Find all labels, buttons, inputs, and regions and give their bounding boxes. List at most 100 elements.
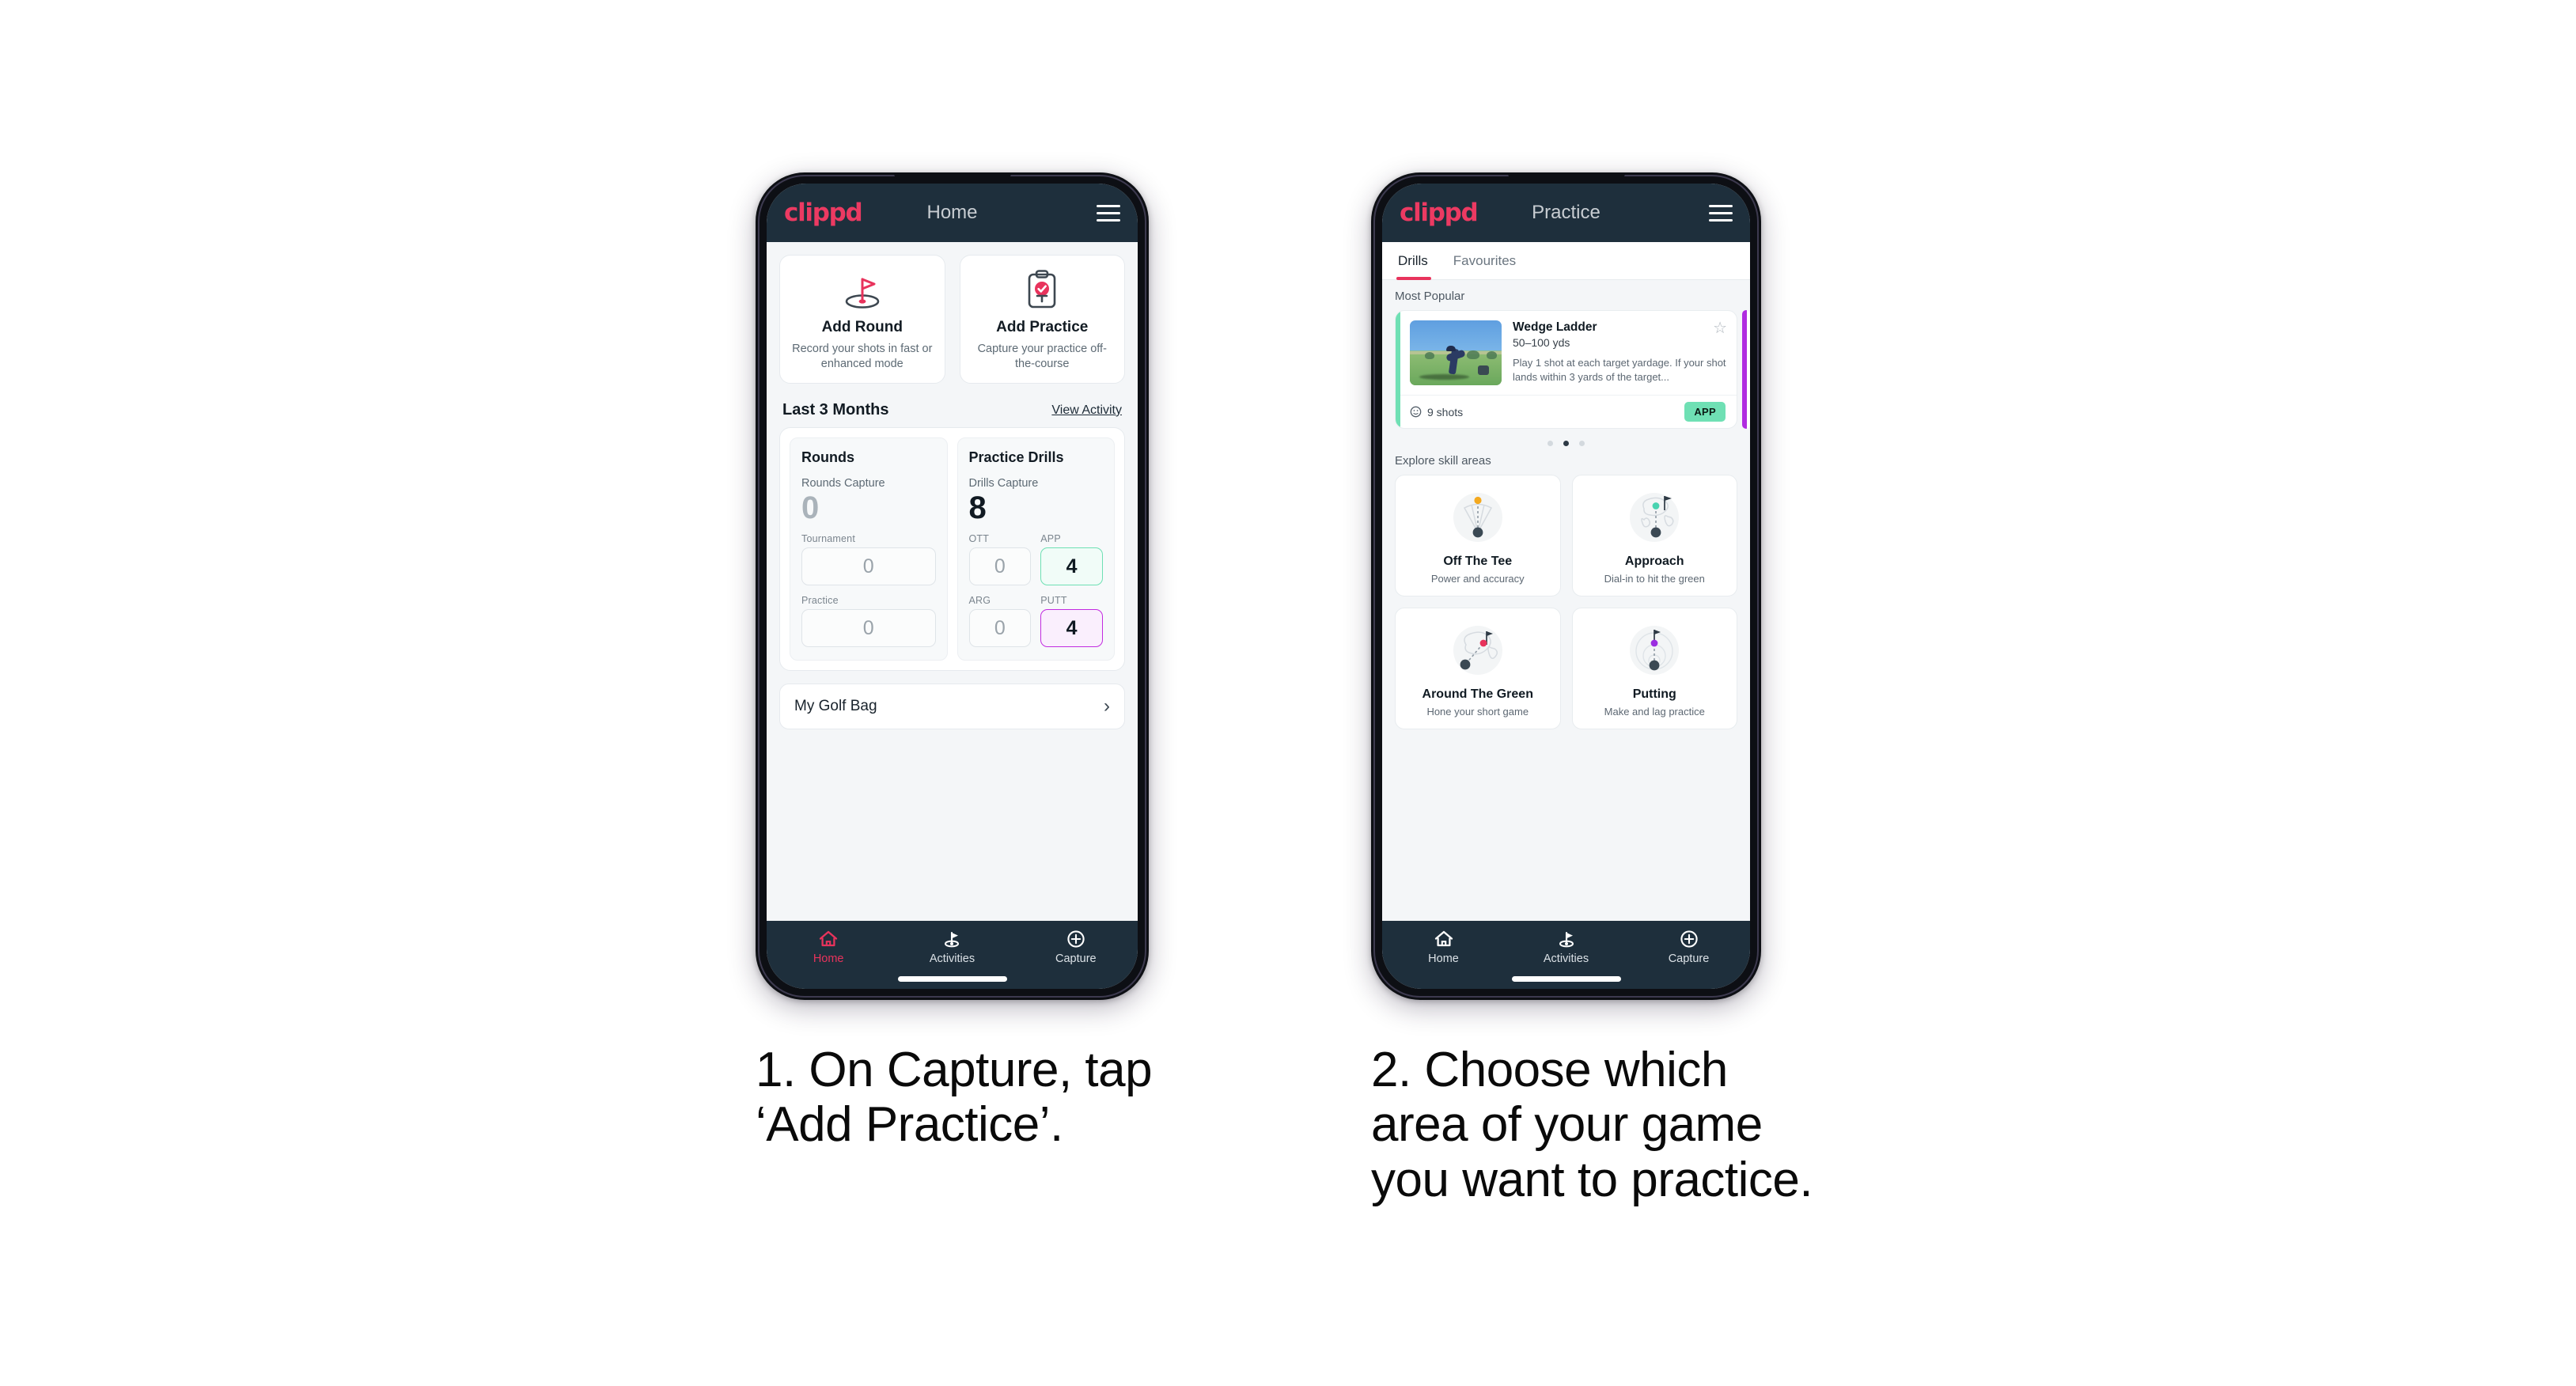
phone-screen-2: clippd Practice Drills Favourites Most P… (1382, 184, 1750, 989)
putting-icon (1579, 619, 1731, 681)
practice-tabs: Drills Favourites (1382, 242, 1750, 280)
phone-screen-1: clippd Home Add Round Record your shots … (767, 184, 1138, 989)
rounds-capture-label: Rounds Capture (801, 477, 885, 490)
phone-mockup-2: clippd Practice Drills Favourites Most P… (1371, 172, 1761, 1000)
nav-home-2[interactable]: Home (1382, 930, 1505, 965)
skill-name-around-the-green: Around The Green (1422, 687, 1533, 701)
ott-value[interactable]: 0 (968, 547, 1032, 586)
putt-label: PUTT (1040, 595, 1067, 607)
drill-tag-badge: APP (1684, 402, 1726, 422)
app-header-1: clippd Home (767, 184, 1138, 242)
drills-heading: Practice Drills (968, 449, 1064, 466)
view-activity-link[interactable]: View Activity (1051, 403, 1122, 418)
app-label: APP (1040, 533, 1061, 545)
add-round-title: Add Round (821, 319, 903, 335)
my-golf-bag-label: My Golf Bag (794, 698, 877, 715)
clipboard-check-tee-icon (968, 270, 1117, 311)
drill-thumbnail (1410, 320, 1502, 385)
app-value[interactable]: 4 (1040, 547, 1103, 586)
bottom-nav-1: Home Activities Capture (767, 921, 1138, 989)
nav-home-label-1: Home (813, 952, 844, 965)
skill-areas-grid: Off The Tee Power and accuracy Approach … (1382, 475, 1750, 729)
nav-home-label-2: Home (1428, 952, 1459, 965)
hamburger-icon-2[interactable] (1709, 204, 1733, 222)
putt-value[interactable]: 4 (1040, 609, 1103, 648)
caption-step-1: 1. On Capture, tap ‘Add Practice’. (756, 1043, 1153, 1153)
tab-favourites[interactable]: Favourites (1453, 242, 1524, 279)
golf-flag-hole-icon (788, 270, 937, 311)
nav-capture-1[interactable]: Capture (1014, 930, 1138, 965)
most-popular-section: Most Popular Wedge Ladder 50–100 yds ☆ P… (1382, 280, 1750, 449)
nav-activities-label-2: Activities (1543, 952, 1589, 965)
skill-card-approach[interactable]: Approach Dial-in to hit the green (1571, 475, 1737, 596)
tournament-label: Tournament (801, 533, 856, 545)
skill-desc-off-the-tee: Power and accuracy (1430, 573, 1525, 585)
nav-home-1[interactable]: Home (767, 930, 890, 965)
skill-card-around-the-green[interactable]: Around The Green Hone your short game (1395, 608, 1561, 729)
practice-value[interactable]: 0 (801, 609, 936, 648)
tab-favourites-label: Favourites (1453, 252, 1517, 268)
next-drill-card-peek[interactable] (1742, 310, 1750, 429)
skill-card-off-the-tee[interactable]: Off The Tee Power and accuracy (1395, 475, 1561, 596)
nav-capture-label-1: Capture (1055, 952, 1097, 965)
skill-name-putting: Putting (1632, 687, 1676, 701)
rounds-column: Rounds Rounds Capture 0 Tournament 0 Pra… (790, 437, 948, 661)
carousel-dot-2[interactable] (1563, 441, 1569, 446)
my-golf-bag-row[interactable]: My Golf Bag › (779, 684, 1125, 730)
chevron-right-icon: › (1104, 695, 1110, 718)
quick-actions-row: Add Round Record your shots in fast or e… (767, 242, 1138, 384)
home-indicator-2 (1511, 976, 1621, 982)
nav-capture-2[interactable]: Capture (1627, 930, 1750, 965)
drills-capture-value: 8 (968, 490, 987, 526)
add-practice-card[interactable]: Add Practice Capture your practice off-t… (959, 255, 1125, 384)
last-3-months-header: Last 3 Months View Activity (767, 384, 1138, 427)
app-header-2: clippd Practice (1382, 184, 1750, 242)
around-the-green-icon (1402, 619, 1554, 681)
rounds-capture-value: 0 (801, 490, 820, 526)
phone-mockup-1: clippd Home Add Round Record your shots … (756, 172, 1149, 1000)
nav-activities-1[interactable]: Activities (890, 930, 1013, 965)
home-icon (1434, 930, 1453, 947)
explore-skill-areas-section: Explore skill areas Off The Tee Power an… (1382, 449, 1750, 729)
phone-notch-1 (893, 172, 1011, 180)
add-round-desc: Record your shots in fast or enhanced mo… (792, 343, 933, 371)
plus-circle-icon (1067, 930, 1085, 948)
add-round-card[interactable]: Add Round Record your shots in fast or e… (779, 255, 945, 384)
tab-drills[interactable]: Drills (1396, 242, 1436, 280)
caption-step-2: 2. Choose which area of your game you wa… (1371, 1043, 1813, 1207)
drill-card-wedge-ladder[interactable]: Wedge Ladder 50–100 yds ☆ Play 1 shot at… (1395, 310, 1737, 429)
carousel-dots (1395, 429, 1737, 449)
plus-circle-icon (1680, 930, 1698, 948)
clippd-logo-2: clippd (1400, 199, 1479, 227)
carousel-dot-1[interactable] (1547, 441, 1553, 446)
drill-text-block: Wedge Ladder 50–100 yds ☆ Play 1 shot at… (1513, 320, 1727, 385)
practice-content: Most Popular Wedge Ladder 50–100 yds ☆ P… (1382, 280, 1750, 921)
skill-name-off-the-tee: Off The Tee (1443, 555, 1513, 568)
practice-label: Practice (801, 595, 839, 607)
hamburger-icon[interactable] (1097, 204, 1120, 222)
home-indicator-1 (897, 976, 1007, 982)
carousel-dot-3[interactable] (1579, 441, 1585, 446)
drill-yardage: 50–100 yds (1513, 336, 1570, 349)
rounds-heading: Rounds (801, 449, 854, 466)
skill-name-approach: Approach (1624, 555, 1684, 568)
tournament-value[interactable]: 0 (801, 547, 936, 586)
practice-drills-column: Practice Drills Drills Capture 8 OTT 0 A… (957, 437, 1115, 661)
page-root: clippd Home Add Round Record your shots … (0, 0, 2576, 1386)
nav-activities-label-1: Activities (929, 952, 975, 965)
add-practice-desc: Capture your practice off-the-course (977, 343, 1107, 371)
drill-shots-count: 9 shots (1427, 405, 1464, 418)
clock-icon (1410, 406, 1422, 418)
nav-activities-2[interactable]: Activities (1505, 930, 1627, 965)
home-content: Add Round Record your shots in fast or e… (767, 242, 1138, 921)
ott-label: OTT (968, 533, 990, 545)
most-popular-label: Most Popular (1395, 290, 1465, 303)
nav-capture-label-2: Capture (1668, 952, 1710, 965)
drill-description: Play 1 shot at each target yardage. If y… (1513, 357, 1726, 384)
star-outline-icon[interactable]: ☆ (1713, 320, 1727, 336)
skill-desc-putting: Make and lag practice (1604, 706, 1705, 718)
skill-card-putting[interactable]: Putting Make and lag practice (1571, 608, 1737, 729)
arg-label: ARG (968, 595, 991, 607)
arg-value[interactable]: 0 (968, 609, 1032, 648)
skill-desc-approach: Dial-in to hit the green (1604, 573, 1705, 585)
